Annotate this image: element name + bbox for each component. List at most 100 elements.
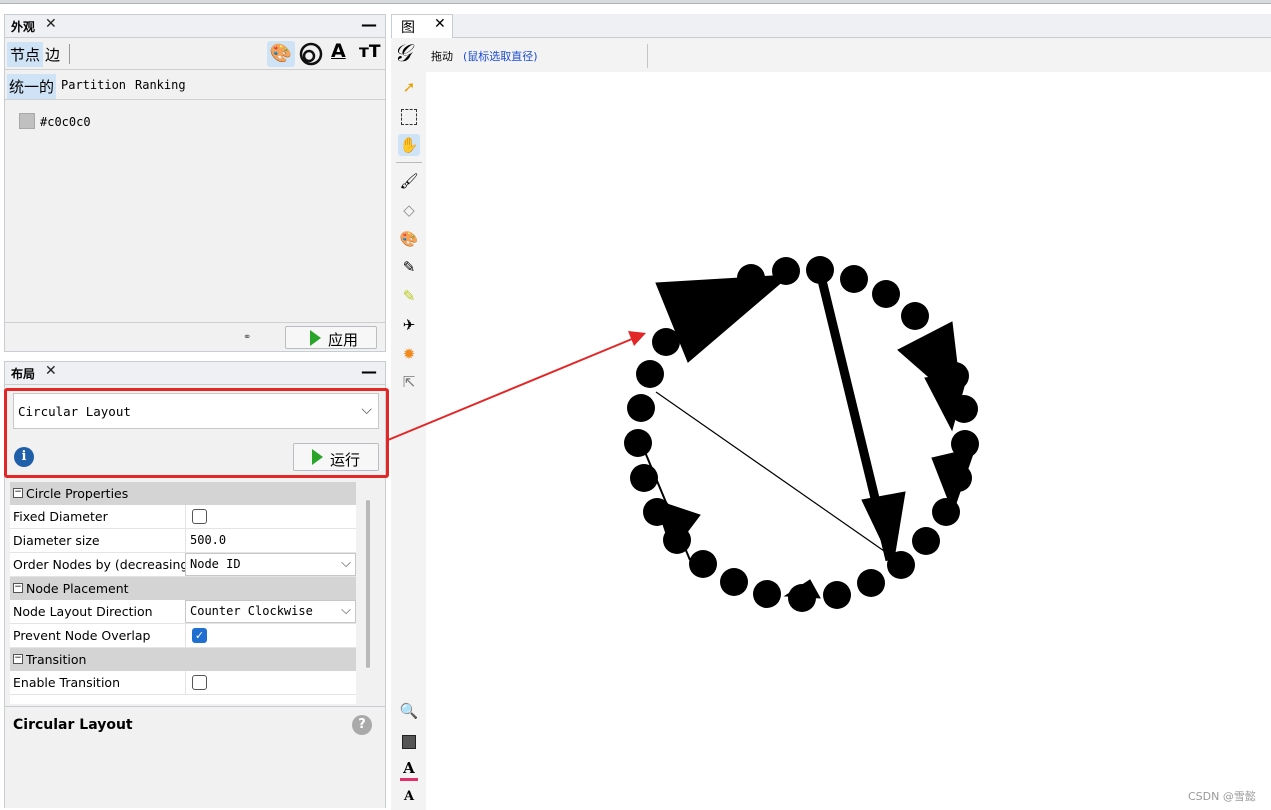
direction-select[interactable]: Counter Clockwise ⌵ [185, 600, 356, 623]
color-picker-icon[interactable]: 🎨 [398, 228, 420, 250]
label-size-icon[interactable]: тT [359, 42, 380, 62]
zoom-icon[interactable]: 🔍 [398, 700, 420, 722]
prop-order-nodes: Order Nodes by (decreasing) Node ID ⌵ [10, 553, 356, 577]
appearance-tab[interactable]: 外观 [11, 18, 35, 35]
graph-node [643, 498, 671, 526]
brush-icon[interactable]: 🖌 [398, 170, 420, 192]
graph-node [676, 301, 704, 329]
toolbar-divider [647, 44, 648, 68]
highlighter-icon[interactable]: ✎ [398, 285, 420, 307]
tab-edges[interactable]: 边 [45, 44, 60, 65]
label-color-icon[interactable]: A [400, 759, 418, 781]
close-icon[interactable]: ✕ [434, 16, 446, 32]
highlight-box [4, 388, 389, 478]
graph-node [652, 328, 680, 356]
layout-panel-header: 布局 ✕ — [4, 361, 386, 385]
apply-button[interactable]: 应用 [285, 326, 377, 349]
label-size-icon[interactable]: A [398, 786, 420, 808]
pencil-icon[interactable]: ✎ [398, 256, 420, 278]
mode-tabs: 统一的 Partition Ranking [5, 70, 385, 100]
tab-divider [69, 44, 70, 64]
graph-node [872, 280, 900, 308]
palette-icon[interactable]: 🎨 [267, 41, 295, 67]
graph-node [857, 569, 885, 597]
graph-node [951, 430, 979, 458]
appearance-footer: ⚭ 应用 [5, 322, 385, 352]
drag-hand-icon[interactable]: ✋ [398, 134, 420, 156]
tab-partition[interactable]: Partition [61, 78, 126, 92]
graph-node [887, 551, 915, 579]
tab-unique[interactable]: 统一的 [7, 74, 57, 99]
graph-node [932, 498, 960, 526]
color-value: #c0c0c0 [40, 115, 91, 129]
graph-node [630, 464, 658, 492]
node-edge-tabs: 节点 边 🎨 A тT [5, 38, 385, 70]
fixed-diameter-checkbox[interactable] [192, 509, 207, 524]
graph-node [941, 362, 969, 390]
prop-diameter-size: Diameter size 500.0 [10, 529, 356, 553]
chevron-down-icon: ⌵ [341, 556, 351, 571]
graph-toolbar: 𝒢 拖动 (鼠标选取直径) [391, 38, 1271, 72]
graph-nodes [624, 256, 979, 612]
prop-cutoff-row [10, 695, 356, 704]
graph-node [772, 257, 800, 285]
edge [655, 391, 898, 561]
prevent-overlap-checkbox[interactable]: ✓ [192, 628, 207, 643]
graph-node [788, 584, 816, 612]
play-icon [310, 330, 321, 346]
layout-description: Circular Layout ? [5, 706, 385, 808]
sun-icon[interactable]: ✹ [398, 343, 420, 365]
graph-node [950, 395, 978, 423]
prop-direction: Node Layout Direction Counter Clockwise … [10, 600, 356, 624]
graph-node [753, 580, 781, 608]
graph-node [806, 256, 834, 284]
prop-enable-transition: Enable Transition [10, 671, 356, 695]
close-icon[interactable]: ✕ [45, 363, 57, 379]
tab-nodes[interactable]: 节点 [7, 42, 44, 67]
chevron-down-icon: ⌵ [341, 603, 351, 618]
graph-node [704, 279, 732, 307]
graph-node [720, 568, 748, 596]
order-nodes-select[interactable]: Node ID ⌵ [185, 553, 356, 576]
color-swatch[interactable] [19, 113, 35, 129]
rect-select-icon[interactable] [398, 105, 420, 127]
section-circle-properties[interactable]: − Circle Properties [10, 482, 356, 505]
graph-node [663, 526, 691, 554]
minimize-icon[interactable]: — [361, 15, 377, 34]
enable-transition-checkbox[interactable] [192, 675, 207, 690]
graph-canvas[interactable] [426, 72, 1271, 810]
section-node-placement[interactable]: − Node Placement [10, 577, 356, 600]
close-icon[interactable]: ✕ [45, 16, 57, 32]
help-icon[interactable]: ? [352, 715, 372, 735]
mode-label: 拖动 [431, 50, 453, 63]
diameter-size-input[interactable]: 500.0 [190, 533, 226, 547]
graph-tab[interactable]: 图 ✕ [391, 14, 453, 38]
background-color-icon[interactable] [398, 730, 420, 752]
pointer-help-icon[interactable]: ⇱ [398, 371, 420, 393]
diamond-icon[interactable]: ◇ [398, 199, 420, 221]
label-color-icon[interactable]: A [331, 40, 346, 62]
section-transition[interactable]: − Transition [10, 648, 356, 671]
size-icon[interactable] [299, 42, 323, 66]
mode-hint: (鼠标选取直径) [463, 50, 538, 63]
top-strip [0, 0, 1271, 4]
graph-node [924, 331, 952, 359]
gephi-logo-icon: 𝒢 [394, 39, 412, 67]
tab-ranking[interactable]: Ranking [135, 78, 186, 92]
prop-prevent-overlap: Prevent Node Overlap ✓ [10, 624, 356, 648]
graph-node [689, 550, 717, 578]
pointer-icon[interactable]: ➚ [398, 76, 420, 98]
minimize-icon[interactable]: — [361, 362, 377, 381]
property-scrollbar[interactable] [366, 500, 370, 668]
graph-node [901, 302, 929, 330]
tool-divider [396, 162, 422, 163]
prop-fixed-diameter: Fixed Diameter [10, 505, 356, 529]
graph-node [737, 264, 765, 292]
graph-node [636, 360, 664, 388]
plane-icon[interactable]: ✈ [398, 314, 420, 336]
layout-tab[interactable]: 布局 [11, 365, 35, 382]
watermark: CSDN @雪懿 [1188, 790, 1256, 803]
graph-node [624, 429, 652, 457]
link-icon[interactable]: ⚭ [243, 332, 251, 343]
graph-node [840, 265, 868, 293]
